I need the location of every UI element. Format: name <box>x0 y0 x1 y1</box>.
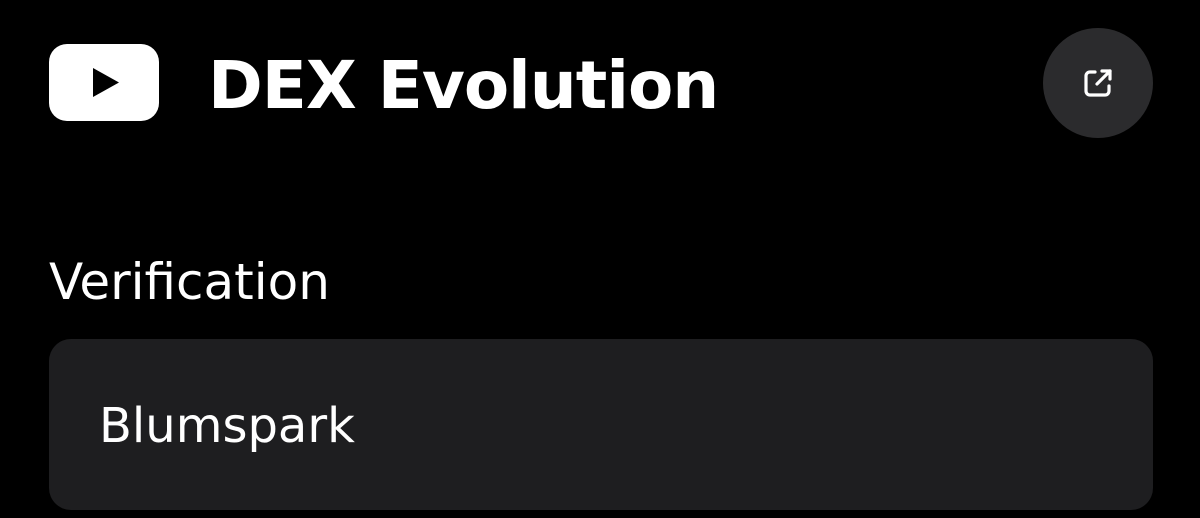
youtube-logo-icon <box>49 44 159 121</box>
verification-field[interactable]: Blumspark <box>49 339 1153 510</box>
verification-label: Verification <box>49 253 330 311</box>
open-link-button[interactable] <box>1043 28 1153 138</box>
external-link-icon <box>1078 63 1118 103</box>
task-header: DEX Evolution <box>0 0 1200 170</box>
verification-value: Blumspark <box>99 398 355 454</box>
task-title: DEX Evolution <box>208 47 719 124</box>
